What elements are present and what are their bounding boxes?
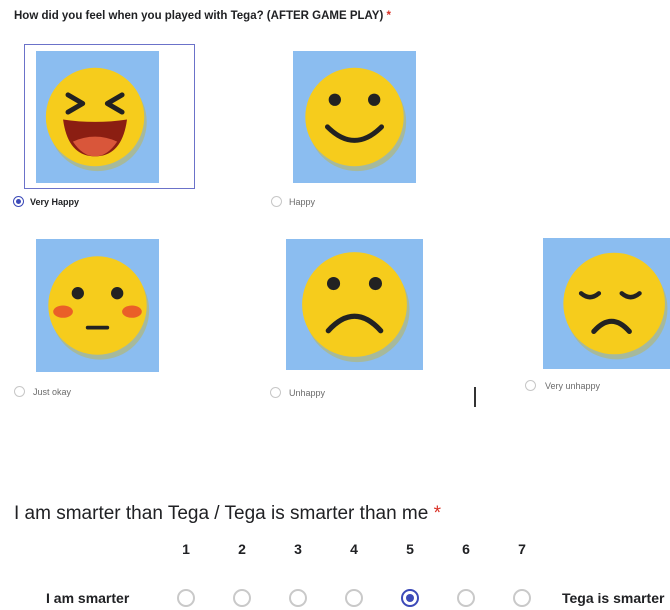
option-label-happy: Happy [289, 197, 316, 207]
option-label-very-happy: Very Happy [30, 197, 80, 207]
scale-number-5: 5 [406, 541, 414, 557]
option-label-unhappy: Unhappy [289, 388, 326, 398]
question-1-text: How did you feel when you played with Te… [14, 10, 384, 22]
unhappy-face-icon[interactable] [286, 239, 423, 370]
happy-face-icon[interactable] [293, 51, 416, 183]
scale-radio-7[interactable] [513, 589, 531, 607]
scale-radio-1[interactable] [177, 589, 195, 607]
scale-low-label: I am smarter [46, 590, 130, 606]
scale-number-7: 7 [518, 541, 526, 557]
scale-high-label: Tega is smarter [562, 590, 665, 606]
scale-radio-3[interactable] [289, 589, 307, 607]
text-cursor [474, 387, 476, 407]
scale-radio-2[interactable] [233, 589, 251, 607]
required-mark: * [386, 10, 391, 22]
question-2-title: I am smarter than Tega / Tega is smarter… [14, 503, 441, 525]
radio-just-okay[interactable] [14, 386, 25, 397]
just-okay-face-icon[interactable] [36, 239, 159, 372]
option-label-very-unhappy: Very unhappy [545, 381, 601, 391]
very-happy-face-icon[interactable] [36, 51, 159, 183]
option-label-just-okay: Just okay [33, 387, 72, 397]
question-2-text: I am smarter than Tega / Tega is smarter… [14, 503, 429, 524]
scale-number-4: 4 [350, 541, 358, 557]
scale-radio-5[interactable] [401, 589, 419, 607]
radio-happy[interactable] [271, 196, 282, 207]
scale-number-2: 2 [238, 541, 246, 557]
radio-unhappy[interactable] [270, 387, 281, 398]
scale-radio-4[interactable] [345, 589, 363, 607]
scale-number-1: 1 [182, 541, 190, 557]
radio-very-unhappy[interactable] [525, 380, 536, 391]
scale-number-6: 6 [462, 541, 470, 557]
very-unhappy-face-icon[interactable] [543, 238, 670, 369]
question-1-title: How did you feel when you played with Te… [14, 10, 391, 22]
scale-number-3: 3 [294, 541, 302, 557]
radio-very-happy[interactable] [13, 196, 24, 207]
required-mark-2: * [433, 503, 442, 524]
scale-radio-6[interactable] [457, 589, 475, 607]
